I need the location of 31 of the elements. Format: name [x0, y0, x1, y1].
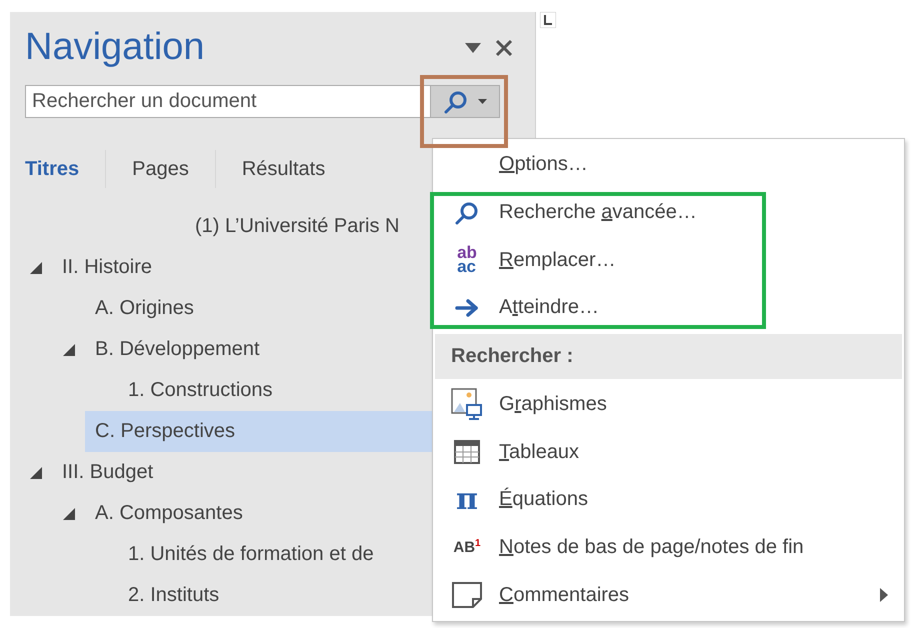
menu-item[interactable]: ab ac Remplacer… [435, 236, 902, 284]
menu-item[interactable]: Options… [435, 141, 902, 189]
tab[interactable]: Résultats [228, 148, 340, 190]
close-icon[interactable] [495, 38, 513, 56]
picture-monitor-icon [451, 388, 483, 420]
search-icon [444, 90, 468, 114]
search-button[interactable] [430, 85, 500, 118]
note-icon [452, 582, 482, 608]
dropdown-arrow-icon[interactable] [465, 42, 481, 52]
expanded-triangle-icon[interactable] [30, 262, 42, 274]
table-icon [454, 440, 480, 464]
tab[interactable]: Titres [25, 148, 94, 190]
menu-item[interactable]: AB$^{1}$ Notes de bas de page/notes de fin [435, 524, 902, 572]
search-icon [455, 200, 479, 225]
tab-stop-icon[interactable] [540, 12, 556, 28]
menu-section-header: Rechercher : [435, 334, 902, 379]
expanded-triangle-icon[interactable] [63, 508, 75, 520]
menu-item[interactable]: Commentaires [435, 571, 902, 620]
tab[interactable]: Pages [118, 148, 203, 190]
footnote-icon: AB$^{1}$ [453, 538, 481, 556]
search-field[interactable]: Rechercher un document [25, 85, 430, 118]
caret-icon [478, 99, 486, 104]
replace-icon: ab ac [457, 246, 477, 274]
pane-title: Navigation [25, 26, 206, 69]
menu-item[interactable]: Recherche avancée… [435, 188, 902, 236]
expanded-triangle-icon[interactable] [63, 344, 75, 356]
menu-item[interactable]: π Équations [435, 476, 902, 524]
right-arrow-icon [455, 298, 479, 317]
menu-item[interactable]: Atteindre… [435, 284, 902, 332]
expanded-triangle-icon[interactable] [30, 466, 42, 478]
pi-icon: π [456, 484, 478, 515]
